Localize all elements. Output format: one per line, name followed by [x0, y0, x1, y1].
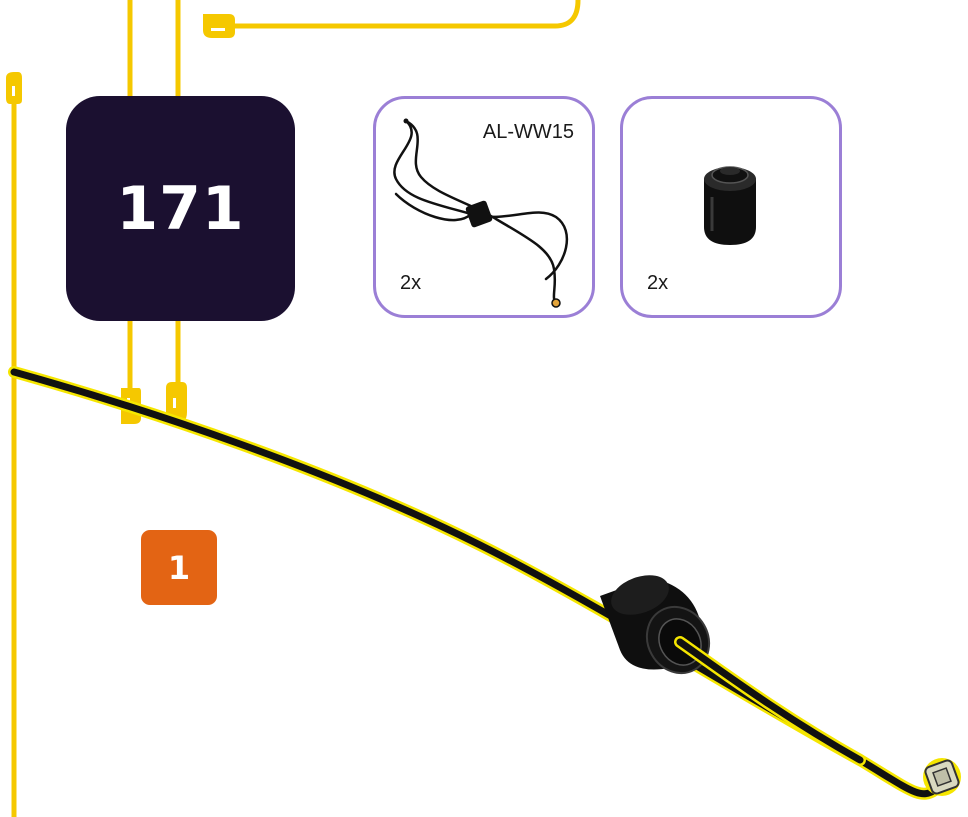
wire-connector-end [923, 758, 961, 796]
assembly-illustration [8, 366, 961, 800]
